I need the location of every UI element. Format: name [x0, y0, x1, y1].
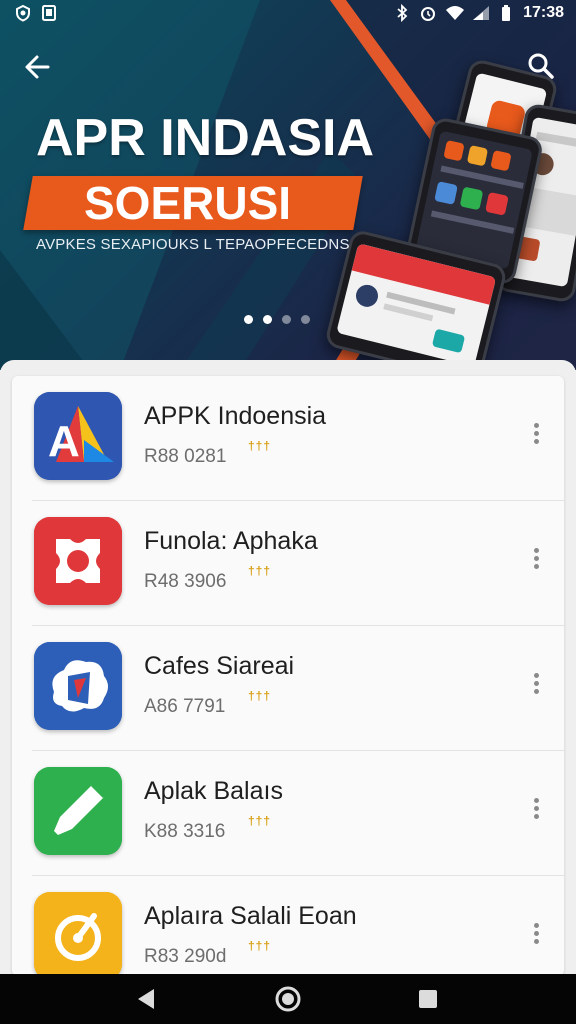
cafes-siareai-icon[interactable]: [34, 642, 122, 730]
nav-recents-button[interactable]: [408, 982, 448, 1016]
status-time: 17:38: [523, 4, 564, 21]
carousel-dot[interactable]: [263, 315, 272, 324]
app-name: Aplaıra Salali Eoan: [144, 902, 357, 930]
list-item[interactable]: Funola: Aphaka R48 3906 †††: [12, 501, 564, 626]
nav-back-button[interactable]: [126, 982, 166, 1016]
aplak-balais-icon[interactable]: [34, 767, 122, 855]
back-button[interactable]: [20, 50, 58, 84]
app-meta: A86 7791: [144, 696, 226, 717]
carousel-indicator[interactable]: [244, 315, 310, 324]
bluetooth-icon: [393, 3, 411, 23]
app-meta: K88 3316: [144, 821, 226, 842]
banner-title: APR INDASIA: [36, 109, 375, 167]
status-bar: 17:38: [0, 0, 576, 30]
arrow-left-icon: [25, 55, 50, 79]
app-rating: †††: [248, 814, 272, 828]
more-options-button[interactable]: [526, 670, 546, 700]
app-rating: †††: [248, 689, 272, 703]
wifi-icon: [445, 4, 465, 22]
app-rating: †††: [248, 439, 272, 453]
carousel-dot[interactable]: [301, 315, 310, 324]
app-list: A APPK Indoensia R88 0281 ††† Funola: Ap…: [12, 376, 564, 976]
signal-icon: [471, 4, 490, 22]
app-rating: †††: [248, 939, 272, 953]
sync-icon: [14, 4, 32, 22]
banner-ribbon-text: SOERUSI: [84, 177, 292, 229]
featured-banner[interactable]: 17:38 APR INDASIA SOERUSI AVPKES SEXAPIO…: [0, 0, 576, 370]
app-name: Funola: Aphaka: [144, 527, 318, 555]
app-meta: R88 0281: [144, 446, 227, 467]
search-button[interactable]: [522, 48, 560, 84]
svg-text:A: A: [48, 417, 80, 466]
storage-icon: [40, 4, 58, 22]
carousel-dot[interactable]: [244, 315, 253, 324]
banner-caption: AVPKES SEXAPIOUKS L TEPAOPFECEDNS: [36, 236, 350, 253]
list-item[interactable]: Cafes Siareai A86 7791 †††: [12, 626, 564, 751]
search-icon: [528, 53, 554, 79]
app-meta: R83 290d: [144, 946, 227, 967]
home-circle-icon: [275, 986, 301, 1012]
list-item[interactable]: A APPK Indoensia R88 0281 †††: [12, 376, 564, 501]
list-item[interactable]: Aplak Balaıs K88 3316 †††: [12, 751, 564, 876]
carousel-dot[interactable]: [282, 315, 291, 324]
nav-home-button[interactable]: [268, 982, 308, 1016]
app-rating: †††: [248, 564, 272, 578]
more-options-button[interactable]: [526, 420, 546, 450]
app-name: APPK Indoensia: [144, 402, 327, 430]
aplaira-salali-icon[interactable]: [34, 892, 122, 976]
app-name: Cafes Siareai: [144, 652, 295, 680]
app-meta: R48 3906: [144, 571, 227, 592]
recents-square-icon: [419, 990, 437, 1008]
app-name: Aplak Balaıs: [144, 777, 283, 805]
battery-icon: [497, 4, 515, 22]
more-options-button[interactable]: [526, 545, 546, 575]
more-options-button[interactable]: [526, 920, 546, 950]
alarm-icon: [419, 4, 437, 22]
app-screen: 17:38 APR INDASIA SOERUSI AVPKES SEXAPIO…: [0, 0, 576, 1024]
more-options-button[interactable]: [526, 795, 546, 825]
list-item[interactable]: Aplaıra Salali Eoan R83 290d †††: [12, 876, 564, 976]
back-triangle-icon: [138, 989, 154, 1009]
funola-icon[interactable]: [34, 517, 122, 605]
apk-indonesia-icon[interactable]: A: [34, 392, 122, 480]
system-nav-bar: [0, 974, 576, 1024]
